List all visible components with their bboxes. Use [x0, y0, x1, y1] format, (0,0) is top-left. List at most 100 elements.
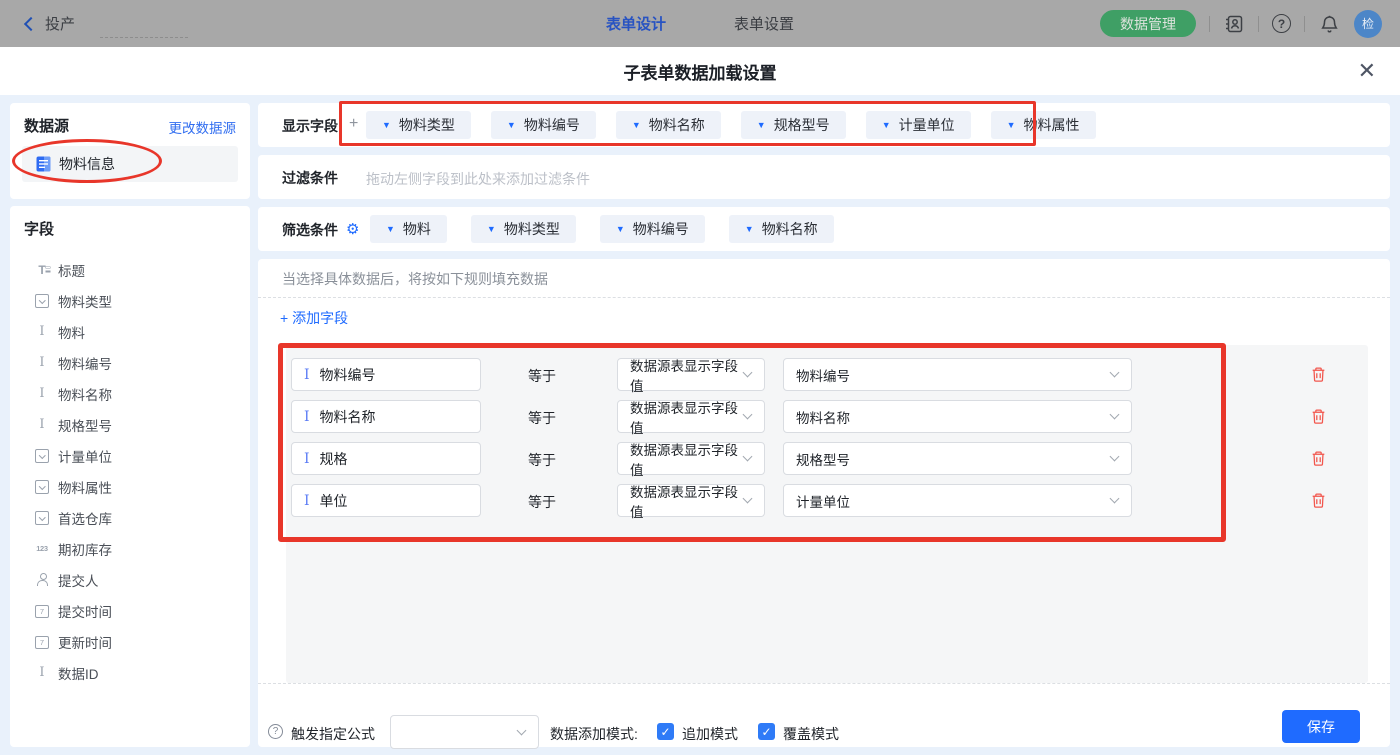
rule-value: 物料名称: [796, 407, 850, 427]
gear-icon[interactable]: ⚙: [346, 220, 359, 238]
field-tag[interactable]: ▼物料名称: [729, 215, 834, 243]
rule-field-label: 单位: [320, 491, 348, 511]
append-mode-checkbox[interactable]: ✓: [657, 723, 674, 740]
field-item-label: 物料属性: [58, 477, 112, 497]
text-field-icon: [34, 386, 50, 402]
rule-value-select[interactable]: 计量单位: [783, 484, 1132, 517]
field-tag[interactable]: ▼物料编号: [491, 111, 596, 139]
text-field-icon: [34, 324, 50, 340]
date-field-icon: [34, 603, 50, 619]
field-tag[interactable]: ▼物料类型: [366, 111, 471, 139]
rule-row: I 物料名称 等于 数据源表显示字段值 物料名称: [258, 400, 1390, 433]
date-field-icon: [34, 634, 50, 650]
field-item-label: 提交时间: [58, 601, 112, 621]
filter-dropzone[interactable]: 拖动左侧字段到此处来添加过滤条件: [366, 169, 590, 189]
tab-form-design[interactable]: 表单设计: [606, 13, 666, 34]
field-tag-label: 物料属性: [1024, 115, 1080, 135]
field-tag[interactable]: ▼物料属性: [991, 111, 1096, 139]
field-item[interactable]: 规格型号: [24, 409, 236, 440]
rule-source-select[interactable]: 数据源表显示字段值: [617, 400, 765, 433]
field-item[interactable]: 物料: [24, 316, 236, 347]
field-item[interactable]: 提交时间: [24, 595, 236, 626]
overwrite-mode-checkbox[interactable]: ✓: [758, 723, 775, 740]
rule-operator: 等于: [528, 408, 556, 428]
datasource-item[interactable]: 物料信息: [22, 146, 238, 182]
page-title: 子表单数据加载设置: [624, 59, 777, 84]
rule-value-select[interactable]: 物料编号: [783, 358, 1132, 391]
field-item[interactable]: 标题: [24, 254, 236, 285]
delete-rule-icon[interactable]: [1310, 492, 1327, 509]
field-item-label: 首选仓库: [58, 508, 112, 528]
field-item[interactable]: 物料类型: [24, 285, 236, 316]
chevron-down-icon: [743, 368, 753, 378]
field-item[interactable]: 物料名称: [24, 378, 236, 409]
field-item[interactable]: 物料编号: [24, 347, 236, 378]
tab-form-settings[interactable]: 表单设置: [734, 13, 794, 34]
text-field-icon: [34, 417, 50, 433]
field-item[interactable]: 提交人: [24, 564, 236, 595]
rule-value-select[interactable]: 规格型号: [783, 442, 1132, 475]
add-display-field-button[interactable]: +: [349, 115, 358, 133]
field-item[interactable]: 物料属性: [24, 471, 236, 502]
rule-source-select[interactable]: 数据源表显示字段值: [617, 484, 765, 517]
rule-value: 物料编号: [796, 365, 850, 385]
rules-card: 当选择具体数据后，将按如下规则填充数据 + 添加字段 I 物料编号 等于 数据源…: [258, 259, 1390, 747]
field-tag-label: 规格型号: [774, 115, 830, 135]
text-field-icon: I: [304, 409, 310, 425]
rule-source-select[interactable]: 数据源表显示字段值: [617, 358, 765, 391]
delete-rule-icon[interactable]: [1310, 366, 1327, 383]
rule-target-field[interactable]: I 物料编号: [291, 358, 481, 391]
field-tag[interactable]: ▼物料名称: [616, 111, 721, 139]
select-field-icon: [34, 479, 50, 495]
number-field-icon: [34, 541, 50, 557]
avatar[interactable]: 检: [1354, 10, 1382, 38]
caret-down-icon: ▼: [507, 120, 516, 130]
add-rule-field-link[interactable]: + 添加字段: [280, 308, 348, 328]
rules-hint: 当选择具体数据后，将按如下规则填充数据: [282, 269, 548, 289]
sift-label: 筛选条件: [282, 220, 338, 240]
help-icon[interactable]: ?: [1272, 14, 1291, 33]
rule-source-select[interactable]: 数据源表显示字段值: [617, 442, 765, 475]
sift-field-tags: ▼物料 ▼物料类型 ▼物料编号 ▼物料名称: [370, 215, 834, 243]
rule-value-select[interactable]: 物料名称: [783, 400, 1132, 433]
field-tag[interactable]: ▼规格型号: [741, 111, 846, 139]
field-tag[interactable]: ▼物料: [370, 215, 447, 243]
formula-select[interactable]: [390, 715, 539, 749]
rule-target-field[interactable]: I 物料名称: [291, 400, 481, 433]
field-item[interactable]: 期初库存: [24, 533, 236, 564]
title-field-icon: [34, 262, 50, 278]
field-tag[interactable]: ▼物料类型: [471, 215, 576, 243]
delete-rule-icon[interactable]: [1310, 450, 1327, 467]
datasource-title: 数据源: [24, 115, 69, 136]
topbar: 投产 表单设计 表单设置 数据管理 ?: [0, 0, 1400, 47]
field-tag-label: 物料编号: [633, 219, 689, 239]
help-circle-icon[interactable]: ?: [268, 724, 283, 739]
field-tag[interactable]: ▼计量单位: [866, 111, 971, 139]
divider: [258, 297, 1390, 298]
select-field-icon: [34, 293, 50, 309]
divider: [1258, 16, 1259, 32]
close-icon[interactable]: ✕: [1358, 47, 1376, 95]
display-fields-row: 显示字段 + ▼物料类型 ▼物料编号 ▼物料名称 ▼规格型号 ▼计量单位 ▼物料…: [258, 103, 1390, 147]
rule-target-field[interactable]: I 规格: [291, 442, 481, 475]
rule-target-field[interactable]: I 单位: [291, 484, 481, 517]
rule-value: 规格型号: [796, 449, 850, 469]
filter-row: 过滤条件 拖动左侧字段到此处来添加过滤条件: [258, 155, 1390, 199]
field-item[interactable]: 更新时间: [24, 626, 236, 657]
field-item-label: 物料名称: [58, 384, 112, 404]
field-item[interactable]: 首选仓库: [24, 502, 236, 533]
field-item-label: 规格型号: [58, 415, 112, 435]
field-tag[interactable]: ▼物料编号: [600, 215, 705, 243]
data-add-mode-label: 数据添加模式:: [550, 724, 638, 744]
field-tag-label: 物料名称: [649, 115, 705, 135]
data-manage-button[interactable]: 数据管理: [1100, 10, 1196, 37]
delete-rule-icon[interactable]: [1310, 408, 1327, 425]
field-item[interactable]: 数据ID: [24, 657, 236, 688]
rule-source-value: 数据源表显示字段值: [630, 355, 744, 395]
change-datasource-link[interactable]: 更改数据源: [169, 117, 237, 137]
bell-icon[interactable]: [1318, 13, 1340, 35]
field-item[interactable]: 计量单位: [24, 440, 236, 471]
save-button[interactable]: 保存: [1282, 710, 1360, 743]
field-item-label: 提交人: [58, 570, 99, 590]
contacts-icon[interactable]: [1223, 13, 1245, 35]
